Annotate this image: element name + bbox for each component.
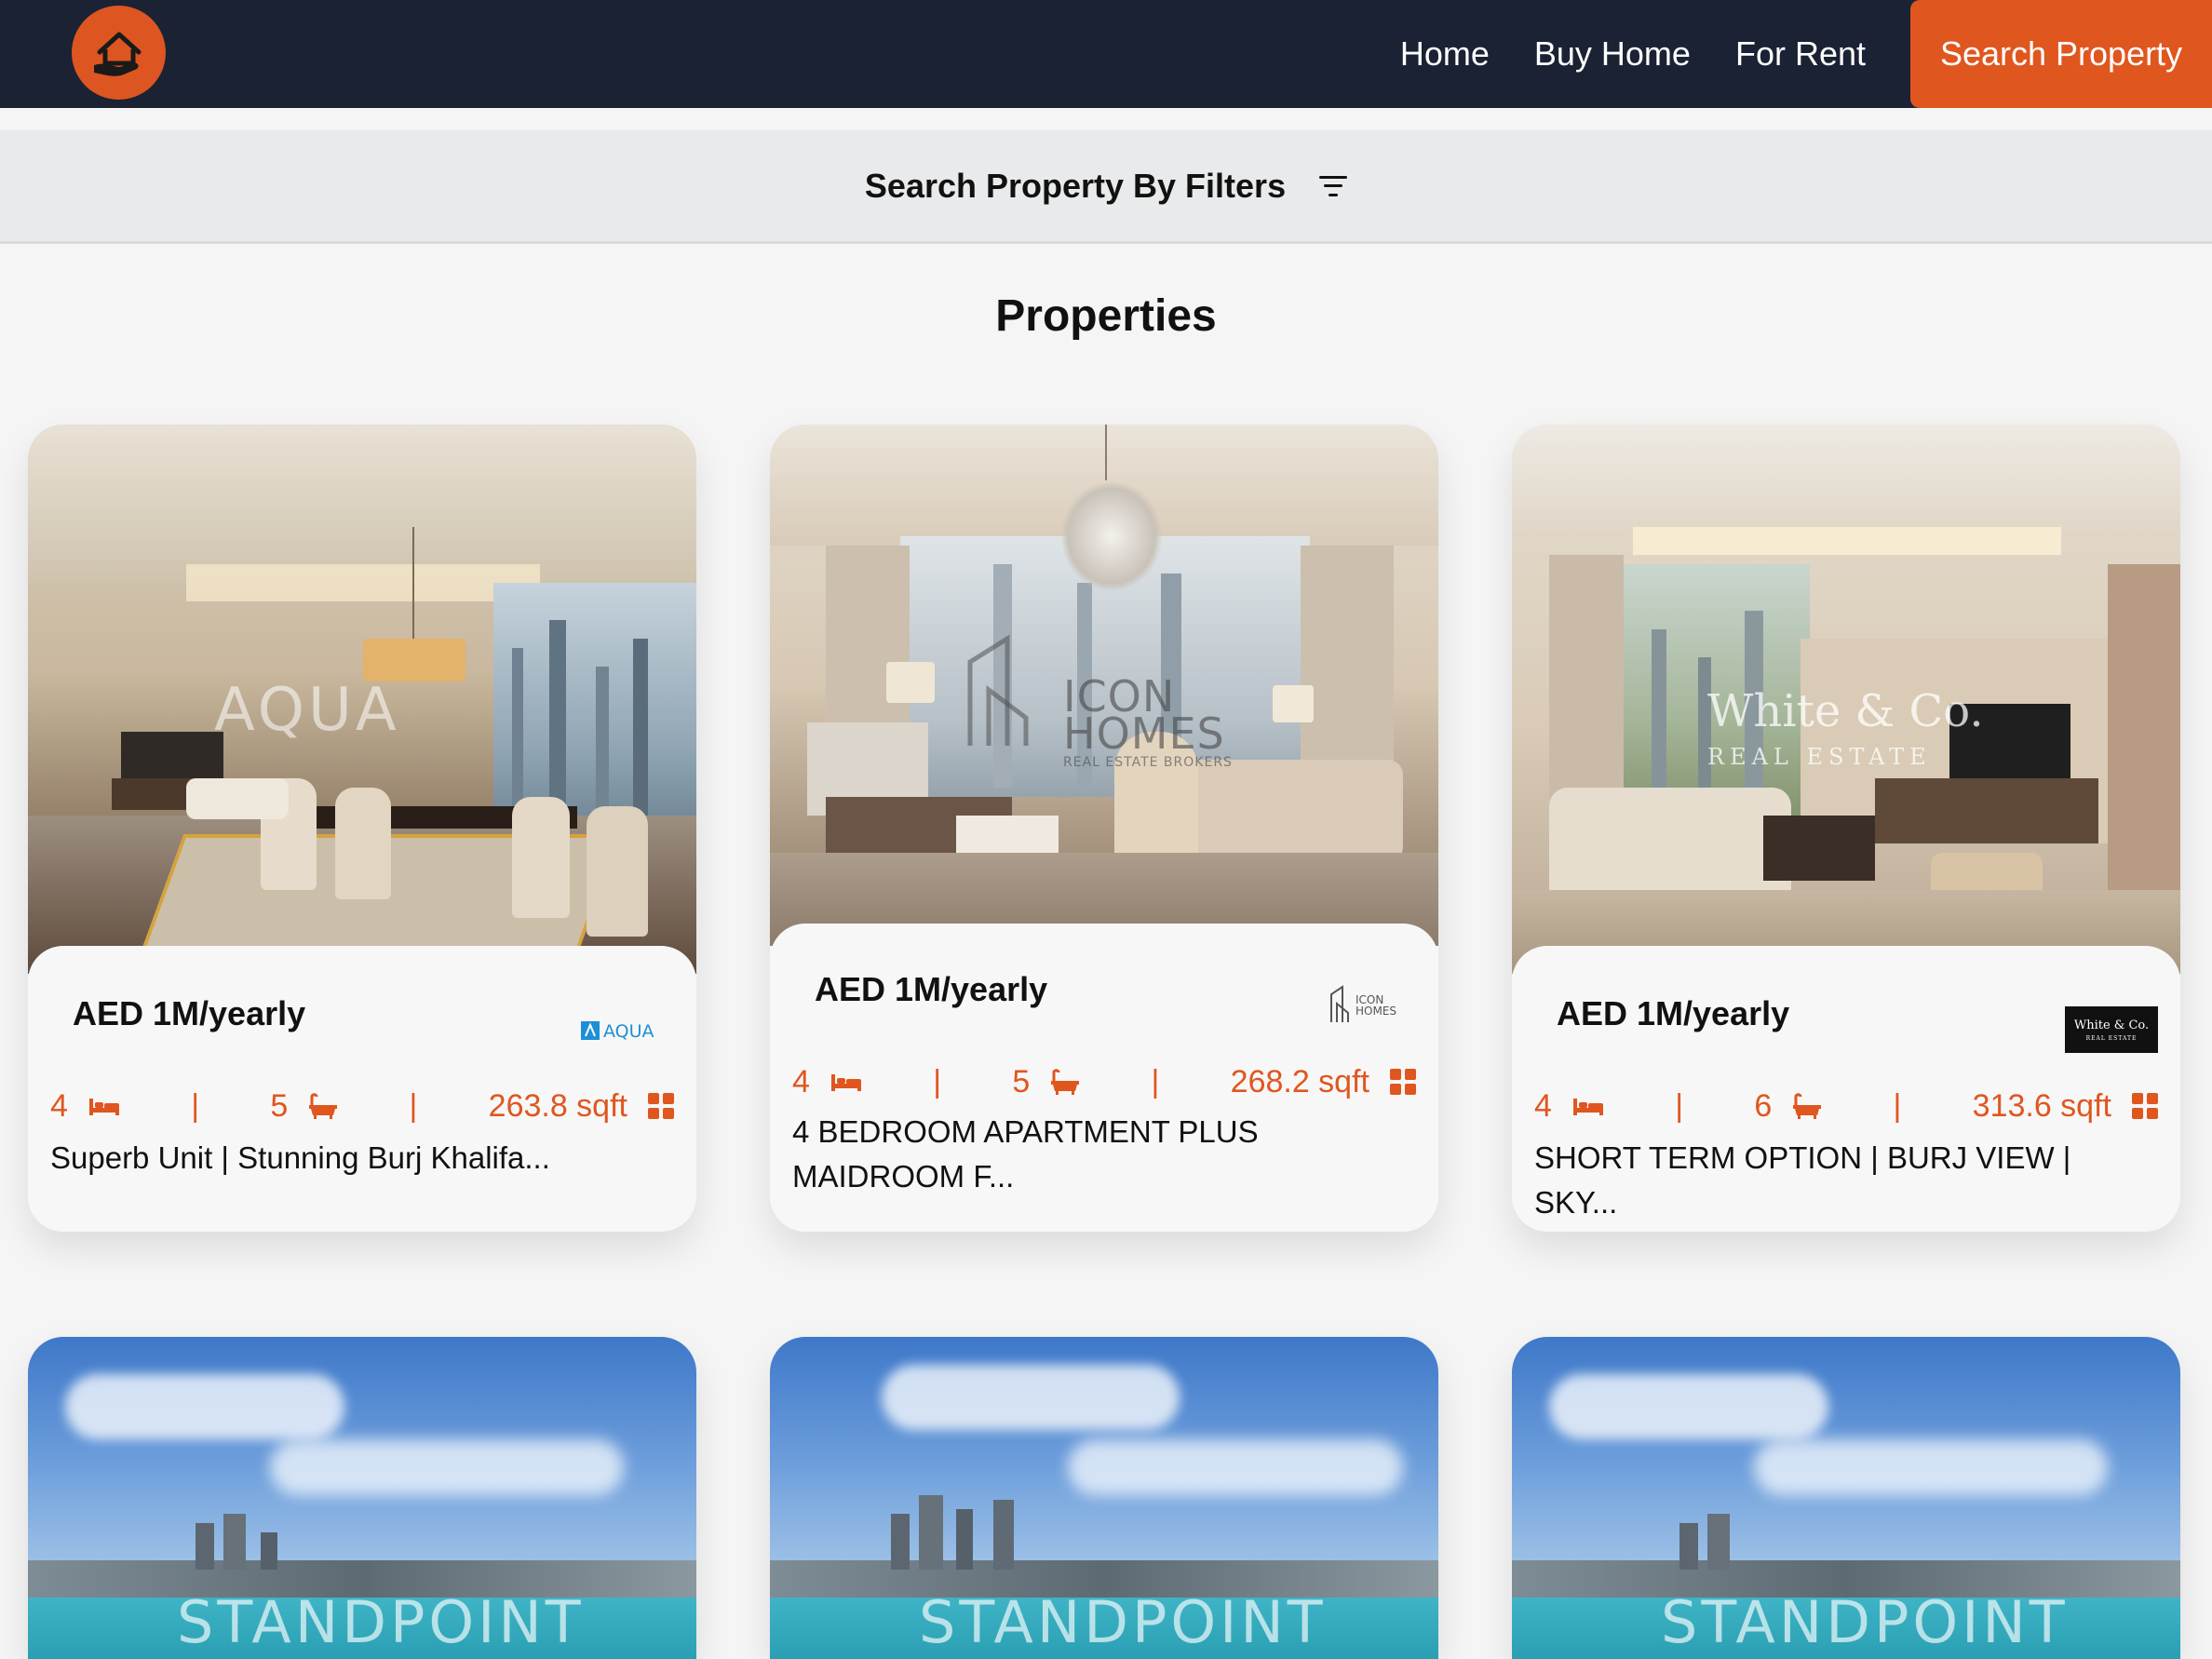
property-card[interactable]: ICON HOMES REAL ESTATE BROKERS AED 1M/ye…	[770, 425, 1438, 1232]
property-card[interactable]: White & Co. REAL ESTATE AED 1M/yearly Wh…	[1512, 425, 2180, 1232]
card-body: AED 1M/yearly White & Co. REAL ESTATE 4 |…	[1512, 946, 2180, 1232]
card-body: AED 1M/yearly ICON HOMES 4 | 5 | 268.2 sq…	[770, 924, 1438, 1232]
price: AED 1M/yearly	[1557, 994, 1790, 1032]
agency-logo: ICON HOMES	[1323, 981, 1416, 1026]
agency-name: HOMES	[1356, 1005, 1396, 1018]
property-image[interactable]: White & Co. REAL ESTATE	[1512, 425, 2180, 974]
area-icon	[2132, 1093, 2158, 1119]
bath-icon	[1793, 1093, 1822, 1119]
price: AED 1M/yearly	[73, 994, 306, 1032]
standpoint-watermark: STANDPOINT	[919, 1588, 1327, 1656]
divider: |	[1893, 1087, 1902, 1124]
watermark-logo	[967, 634, 1029, 746]
search-property-button[interactable]: Search Property	[1910, 0, 2212, 108]
agency-logo: AQUA	[581, 1009, 674, 1054]
area-stat: 263.8 sqft	[489, 1088, 674, 1125]
baths-stat: 5	[270, 1088, 338, 1125]
divider: |	[1675, 1087, 1684, 1124]
property-stats: 4 | 5 | 263.8 sqft	[50, 1086, 674, 1126]
divider: |	[1151, 1063, 1160, 1099]
agency-watermark: HOMES	[1063, 708, 1225, 759]
property-image[interactable]: AQUA	[28, 425, 696, 974]
agency-name: White & Co.	[2074, 1018, 2149, 1032]
beds-stat: 4	[792, 1064, 862, 1100]
standpoint-watermark: STANDPOINT	[177, 1588, 585, 1656]
property-title[interactable]: Superb Unit | Stunning Burj Khalifa...	[50, 1136, 674, 1180]
bed-icon	[1572, 1099, 1603, 1115]
beds-count: 4	[792, 1063, 810, 1099]
bath-icon	[1051, 1069, 1080, 1095]
bed-icon	[830, 1074, 861, 1091]
property-image[interactable]: STANDPOINT	[28, 1337, 696, 1659]
area-stat: 313.6 sqft	[1973, 1088, 2158, 1125]
area-value: 263.8 sqft	[488, 1087, 627, 1124]
property-title[interactable]: SHORT TERM OPTION | BURJ VIEW | SKY...	[1534, 1136, 2158, 1225]
property-card[interactable]: STANDPOINT	[770, 1337, 1438, 1659]
agency-logo: White & Co. REAL ESTATE	[2065, 1006, 2158, 1053]
filter-icon[interactable]	[1319, 175, 1348, 196]
agency-watermark: White & Co.	[1707, 685, 1984, 737]
property-card[interactable]: STANDPOINT	[28, 1337, 696, 1659]
bed-icon	[88, 1099, 119, 1115]
nav-buy-home[interactable]: Buy Home	[1534, 34, 1691, 74]
property-image[interactable]: STANDPOINT	[1512, 1337, 2180, 1659]
area-stat: 268.2 sqft	[1231, 1064, 1416, 1100]
divider: |	[933, 1063, 942, 1099]
agency-watermark: AQUA	[214, 676, 400, 745]
page-title: Properties	[995, 291, 1217, 341]
logo[interactable]	[72, 6, 166, 100]
property-image[interactable]: STANDPOINT	[770, 1337, 1438, 1659]
bath-icon	[309, 1093, 338, 1119]
nav-for-rent[interactable]: For Rent	[1735, 34, 1866, 74]
property-title[interactable]: 4 BEDROOM APARTMENT PLUS MAIDROOM F...	[792, 1110, 1416, 1199]
nav-home[interactable]: Home	[1400, 34, 1490, 74]
property-card[interactable]: AQUA AED 1M/yearly AQUA 4 | 5 | 263.8 sq…	[28, 425, 696, 1232]
property-stats: 4 | 5 | 268.2 sqft	[792, 1061, 1416, 1102]
area-value: 268.2 sqft	[1230, 1063, 1369, 1099]
price: AED 1M/yearly	[815, 970, 1048, 1008]
property-stats: 4 | 6 | 313.6 sqft	[1534, 1086, 2158, 1126]
home-hands-icon	[93, 32, 141, 76]
baths-count: 5	[1012, 1063, 1031, 1099]
agency-watermark: REAL ESTATE BROKERS	[1063, 755, 1233, 770]
divider: |	[191, 1087, 200, 1124]
agency-name: AQUA	[603, 1021, 654, 1042]
property-image[interactable]: ICON HOMES REAL ESTATE BROKERS	[770, 425, 1438, 946]
agency-watermark: REAL ESTATE	[1707, 744, 1932, 770]
property-card[interactable]: STANDPOINT	[1512, 1337, 2180, 1659]
filter-label: Search Property By Filters	[864, 166, 1287, 205]
divider: |	[409, 1087, 418, 1124]
beds-stat: 4	[1534, 1088, 1604, 1125]
baths-count: 6	[1754, 1087, 1773, 1124]
nav-links: Home Buy Home For Rent Search Property	[1400, 0, 2212, 108]
baths-stat: 5	[1012, 1064, 1080, 1100]
agency-subname: REAL ESTATE	[2086, 1035, 2138, 1042]
area-value: 313.6 sqft	[1972, 1087, 2111, 1124]
beds-count: 4	[1534, 1087, 1552, 1124]
baths-count: 5	[270, 1087, 289, 1124]
baths-stat: 6	[1754, 1088, 1822, 1125]
area-icon	[648, 1093, 674, 1119]
card-body: AED 1M/yearly AQUA 4 | 5 | 263.8 sqft Su…	[28, 946, 696, 1232]
standpoint-watermark: STANDPOINT	[1661, 1588, 2069, 1656]
beds-count: 4	[50, 1087, 68, 1124]
top-nav: Home Buy Home For Rent Search Property	[0, 0, 2212, 108]
filter-bar[interactable]: Search Property By Filters	[0, 130, 2212, 244]
beds-stat: 4	[50, 1088, 120, 1125]
area-icon	[1390, 1069, 1416, 1095]
